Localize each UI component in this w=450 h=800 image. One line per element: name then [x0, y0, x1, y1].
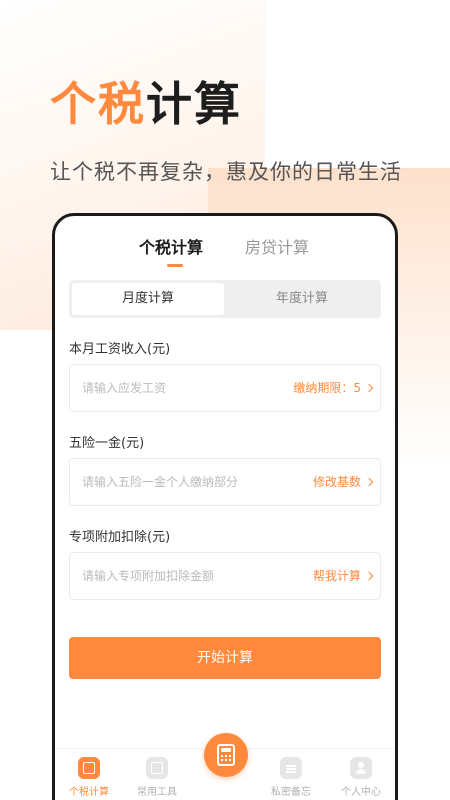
- segment-monthly[interactable]: 月度计算: [72, 283, 224, 315]
- nav-label: 常用工具: [137, 787, 177, 798]
- nav-item-tax[interactable]: 个税计算: [59, 757, 119, 798]
- deduction-label: 专项附加扣除(元): [69, 530, 171, 545]
- memo-icon: [280, 757, 302, 779]
- salary-field: 缴纳期限：5: [69, 364, 381, 412]
- start-calc-button[interactable]: 开始计算: [69, 637, 381, 679]
- tax-icon: [78, 757, 100, 779]
- tab-indicator: [167, 264, 183, 267]
- hero-title-rest: 计算: [146, 77, 242, 131]
- insurance-field: 修改基数: [69, 458, 381, 506]
- help-calc-button[interactable]: 帮我计算: [312, 553, 374, 599]
- tools-icon: [146, 757, 168, 779]
- nav-label: 个人中心: [341, 787, 381, 798]
- deduction-input[interactable]: [82, 553, 282, 599]
- modify-base-button[interactable]: 修改基数: [312, 459, 374, 505]
- period-segmented-control: 月度计算 年度计算: [69, 280, 381, 318]
- nav-label: 私密备忘: [271, 787, 311, 798]
- calculator-icon: [217, 744, 235, 766]
- insurance-label: 五险一金(元): [69, 436, 145, 451]
- chevron-right-icon: [364, 477, 374, 487]
- nav-item-memo[interactable]: 私密备忘: [261, 757, 321, 798]
- modify-base-label: 修改基数: [312, 475, 361, 489]
- phone-mockup: 个税计算 房贷计算 月度计算 年度计算 本月工资收入(元) 缴纳期限：5 五险一…: [52, 213, 398, 800]
- user-icon: [350, 757, 372, 779]
- insurance-input[interactable]: [82, 459, 282, 505]
- help-calc-label: 帮我计算: [312, 569, 361, 583]
- nav-item-profile[interactable]: 个人中心: [331, 757, 391, 798]
- hero-title-accent: 个税: [50, 77, 146, 131]
- deduction-field: 帮我计算: [69, 552, 381, 600]
- nav-label: 个税计算: [69, 787, 109, 798]
- top-tabs: 个税计算 房贷计算: [55, 234, 395, 274]
- hero-subtitle: 让个税不再复杂，惠及你的日常生活: [50, 160, 402, 184]
- chevron-right-icon: [364, 571, 374, 581]
- bottom-nav: 个税计算 常用工具 私密备忘 个人中心: [55, 733, 395, 800]
- salary-label: 本月工资收入(元): [69, 342, 171, 357]
- calculator-button[interactable]: [204, 733, 248, 777]
- chevron-right-icon: [364, 383, 374, 393]
- nav-item-tools[interactable]: 常用工具: [127, 757, 187, 798]
- salary-input[interactable]: [82, 365, 282, 411]
- payment-period-label: 缴纳期限：5: [293, 381, 361, 395]
- tab-tax-calc[interactable]: 个税计算: [139, 234, 203, 258]
- tab-mortgage-calc[interactable]: 房贷计算: [245, 234, 309, 258]
- payment-period-button[interactable]: 缴纳期限：5: [293, 365, 374, 411]
- hero-title: 个税计算: [50, 74, 242, 134]
- segment-yearly[interactable]: 年度计算: [226, 283, 378, 315]
